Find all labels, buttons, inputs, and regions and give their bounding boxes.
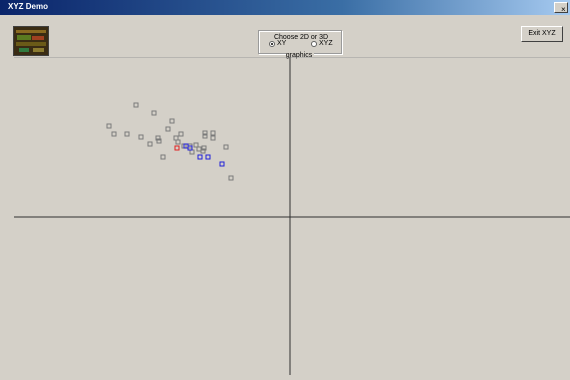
xyz-demo-window: XYZ Demo × Choose 2D or 3D graphics XY X… (0, 0, 570, 380)
scatter-point (124, 131, 130, 137)
scatter-point (223, 144, 229, 150)
scatter-point (138, 134, 144, 140)
scatter-point (210, 130, 216, 136)
scatter-point (173, 135, 179, 141)
scatter-point (178, 131, 184, 137)
scatter-point (193, 142, 199, 148)
scatter-point (175, 139, 181, 145)
graphics-mode-group: Choose 2D or 3D graphics XY XYZ (258, 30, 342, 59)
scatter-point-blue (219, 161, 225, 167)
scatter-point (196, 146, 202, 152)
thumbnail-image-icon (13, 26, 49, 56)
scatter-points (106, 102, 234, 181)
radio-xyz-indicator[interactable] (311, 40, 317, 47)
radio-xyz[interactable]: XYZ (311, 40, 333, 47)
radio-xy-indicator[interactable] (269, 40, 275, 47)
scatter-point (106, 123, 112, 129)
window-title: XYZ Demo (8, 2, 49, 11)
radio-xy-label: XY (277, 40, 287, 47)
radio-xy[interactable]: XY (269, 40, 286, 47)
scatter-point (133, 102, 139, 108)
scatter-point (111, 131, 117, 137)
close-button[interactable]: × (554, 2, 568, 14)
plot-area (14, 57, 570, 375)
scatter-point (228, 175, 234, 181)
scatter-point (165, 126, 171, 132)
scatter-point (210, 135, 216, 141)
exit-xyz-button[interactable]: Exit XYZ (521, 26, 563, 42)
scatter-point (147, 141, 153, 147)
radio-xyz-label: XYZ (319, 40, 333, 47)
scatter-point (169, 118, 175, 124)
title-bar[interactable]: XYZ Demo × (0, 0, 570, 15)
scatter-point-red (174, 145, 180, 151)
plot-canvas (14, 57, 570, 375)
scatter-point-blue (197, 154, 203, 160)
scatter-point-blue (205, 154, 211, 160)
scatter-point (151, 110, 157, 116)
scatter-point (189, 149, 195, 155)
scatter-point (160, 154, 166, 160)
